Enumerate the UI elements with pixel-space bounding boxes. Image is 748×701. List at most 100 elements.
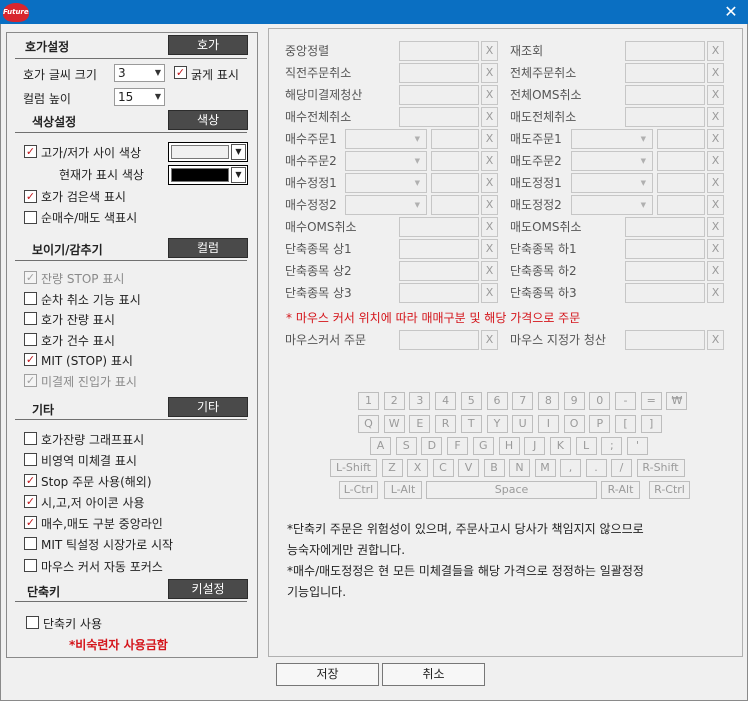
key-2-11[interactable]: [ [615, 415, 636, 433]
sell-modify2-input[interactable] [657, 195, 705, 215]
key-4-1[interactable]: L-Shift [330, 459, 377, 477]
short-lower3-input[interactable] [625, 283, 705, 303]
sell-order2-input[interactable] [657, 151, 705, 171]
sell-modify2-select[interactable]: ▼ [571, 195, 653, 215]
buy-all-cancel-input[interactable] [399, 107, 479, 127]
center-align-input[interactable] [399, 41, 479, 61]
short-lower2-input[interactable] [625, 261, 705, 281]
clear-button[interactable]: X [481, 239, 498, 259]
key-3-8[interactable]: K [549, 437, 571, 455]
key-3-2[interactable]: S [395, 437, 417, 455]
sell-order2-select[interactable]: ▼ [571, 151, 653, 171]
short-upper1-input[interactable] [399, 239, 479, 259]
black-hoga-checkbox[interactable]: ✓ [24, 190, 37, 203]
key-1-4[interactable]: 4 [435, 392, 457, 410]
key-2-9[interactable]: O [563, 415, 585, 433]
key-5-4[interactable]: R-Alt [601, 481, 640, 499]
key-2-8[interactable]: I [537, 415, 559, 433]
buy-modify2-input[interactable] [431, 195, 479, 215]
key-3-6[interactable]: H [498, 437, 520, 455]
key-4-9[interactable]: , [560, 459, 581, 477]
key-4-4[interactable]: C [432, 459, 454, 477]
hoga-graph-checkbox[interactable] [24, 432, 37, 445]
buy-order1-select[interactable]: ▼ [345, 129, 427, 149]
clear-button[interactable]: X [481, 129, 498, 149]
key-2-5[interactable]: T [460, 415, 482, 433]
clear-button[interactable]: X [707, 330, 724, 350]
key-4-12[interactable]: R-Shift [636, 459, 685, 477]
liquidate-input[interactable] [399, 85, 479, 105]
key-4-5[interactable]: V [458, 459, 479, 477]
between-color-checkbox[interactable]: ✓ [24, 145, 37, 158]
save-button[interactable]: 저장 [276, 663, 379, 686]
key-3-3[interactable]: D [421, 437, 443, 455]
key-5-1[interactable]: L-Ctrl [339, 481, 378, 499]
buy-order1-input[interactable] [431, 129, 479, 149]
between-color-picker[interactable]: ▼ [168, 142, 248, 162]
key-3-1[interactable]: A [370, 437, 391, 455]
clear-button[interactable]: X [481, 330, 498, 350]
short-upper2-input[interactable] [399, 261, 479, 281]
sell-modify1-select[interactable]: ▼ [571, 173, 653, 193]
clear-button[interactable]: X [481, 195, 498, 215]
short-upper3-input[interactable] [399, 283, 479, 303]
clear-button[interactable]: X [707, 217, 724, 237]
key-3-10[interactable]: ; [601, 437, 623, 455]
key-2-2[interactable]: W [383, 415, 405, 433]
key-2-1[interactable]: Q [358, 415, 379, 433]
key-2-4[interactable]: R [435, 415, 457, 433]
cancel-button[interactable]: 취소 [382, 663, 485, 686]
key-1-1[interactable]: 1 [358, 392, 379, 410]
buy-order2-select[interactable]: ▼ [345, 151, 427, 171]
key-1-6[interactable]: 6 [486, 392, 508, 410]
mit-stop-checkbox[interactable]: ✓ [24, 353, 37, 366]
key-3-4[interactable]: F [447, 437, 469, 455]
current-color-picker[interactable]: ▼ [168, 165, 248, 185]
buy-order2-input[interactable] [431, 151, 479, 171]
clear-button[interactable]: X [707, 261, 724, 281]
key-1-2[interactable]: 2 [383, 392, 405, 410]
key-1-7[interactable]: 7 [512, 392, 534, 410]
key-3-5[interactable]: G [472, 437, 494, 455]
mit-tick-checkbox[interactable] [24, 537, 37, 550]
all-oms-cancel-input[interactable] [625, 85, 705, 105]
mouse-order-input[interactable] [399, 330, 479, 350]
key-2-10[interactable]: P [589, 415, 611, 433]
key-5-2[interactable]: L-Alt [384, 481, 422, 499]
key-1-10[interactable]: 0 [589, 392, 611, 410]
key-2-6[interactable]: Y [486, 415, 508, 433]
key-3-7[interactable]: J [524, 437, 546, 455]
key-1-13[interactable]: ₩ [666, 392, 688, 410]
clear-button[interactable]: X [707, 283, 724, 303]
key-2-12[interactable]: ] [640, 415, 662, 433]
clear-button[interactable]: X [707, 129, 724, 149]
clear-button[interactable]: X [707, 173, 724, 193]
unsettled-entry-checkbox[interactable]: ✓ [24, 374, 37, 387]
mouse-autofocus-checkbox[interactable] [24, 559, 37, 572]
key-1-3[interactable]: 3 [409, 392, 431, 410]
sell-all-cancel-input[interactable] [625, 107, 705, 127]
clear-button[interactable]: X [707, 195, 724, 215]
buy-modify1-select[interactable]: ▼ [345, 173, 427, 193]
clear-button[interactable]: X [481, 283, 498, 303]
mouse-clear-input[interactable] [625, 330, 705, 350]
hoga-remain-checkbox[interactable] [24, 312, 37, 325]
short-lower1-input[interactable] [625, 239, 705, 259]
key-4-3[interactable]: X [407, 459, 428, 477]
shortcut-use-checkbox[interactable] [26, 616, 39, 629]
key-1-5[interactable]: 5 [460, 392, 482, 410]
chevron-down-icon[interactable]: ▼ [231, 144, 246, 160]
sell-order1-input[interactable] [657, 129, 705, 149]
key-5-5[interactable]: R-Ctrl [649, 481, 690, 499]
buy-modify1-input[interactable] [431, 173, 479, 193]
clear-button[interactable]: X [707, 63, 724, 83]
clear-button[interactable]: X [481, 151, 498, 171]
stop-order-checkbox[interactable]: ✓ [24, 474, 37, 487]
ohl-icon-checkbox[interactable]: ✓ [24, 495, 37, 508]
key-settings-button[interactable]: 키설정 [168, 579, 248, 599]
key-4-7[interactable]: N [509, 459, 530, 477]
clear-button[interactable]: X [707, 85, 724, 105]
key-1-8[interactable]: 8 [537, 392, 559, 410]
close-icon[interactable]: ✕ [722, 2, 740, 22]
nonarea-unsettled-checkbox[interactable] [24, 453, 37, 466]
